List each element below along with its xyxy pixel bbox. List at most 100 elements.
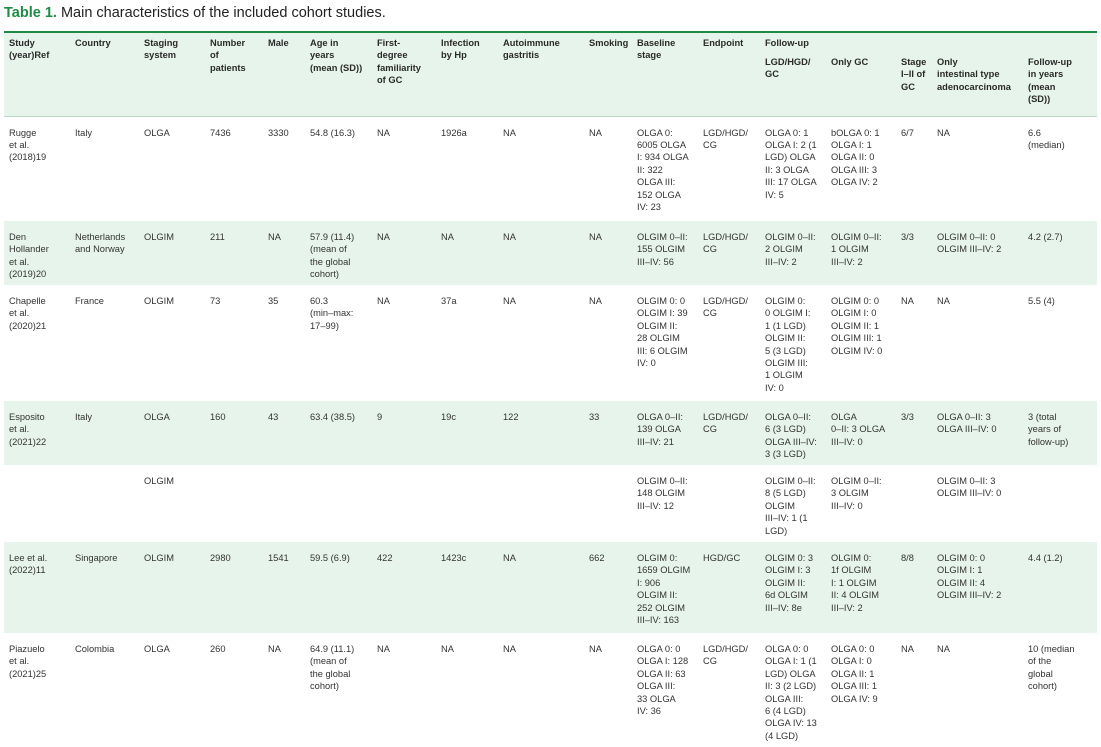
header-country: Country — [75, 38, 111, 48]
cell-only-gc: OLGIM 0–II: 1 OLGIM III–IV: 2 — [831, 232, 882, 267]
cohort-studies-table: Study (year)Ref Country Staging system N… — [4, 31, 1097, 744]
cell-autoimmune: NA — [503, 127, 516, 138]
table-row: Den Hollander et al. (2019)20 Netherlands… — [4, 221, 1097, 285]
cell-study: Esposito et al. (2021)22 — [9, 412, 47, 447]
cell-age — [305, 465, 372, 542]
header-familiarity: First- degree familiarity of GC — [377, 38, 421, 86]
cell-male: 1541 — [268, 553, 289, 563]
cell-hp-infection: NA — [441, 232, 454, 242]
cell-smoking — [584, 465, 632, 542]
cell-study: Den Hollander et al. (2019)20 — [9, 232, 49, 280]
cell-country: Italy — [75, 127, 93, 138]
cell-number-of-patients: 7436 — [210, 127, 231, 138]
cell-familiarity: NA — [377, 127, 390, 138]
table-row: Rugge et al. (2018)19 Italy OLGA 7436 3330 54… — [4, 116, 1097, 221]
cell-only-intestinal: NA — [937, 296, 950, 306]
header-lgd-hgd-gc: LGD/HGD/ GC — [765, 57, 811, 80]
cell-staging-system: OLGA — [144, 644, 170, 654]
cell-only-intestinal: OLGIM 0–II: 0 OLGIM III–IV: 2 — [937, 232, 1002, 255]
cell-familiarity: NA — [377, 296, 390, 306]
cell-familiarity: NA — [377, 644, 390, 654]
cell-stage-i-ii: 3/3 — [901, 412, 914, 422]
cell-baseline-stage: OLGIM 0–II: 155 OLGIM III–IV: 56 — [637, 232, 688, 267]
header-endpoint: Endpoint — [703, 38, 744, 48]
cell-familiarity: NA — [377, 232, 390, 242]
header-smoking: Smoking — [589, 38, 629, 48]
header-only-intestinal: Only intestinal type adenocarcinoma — [937, 57, 1011, 92]
cell-number-of-patients: 211 — [210, 232, 225, 242]
header-autoimmune: Autoimmune gastritis — [503, 38, 560, 61]
cell-number-of-patients: 2980 — [210, 553, 231, 563]
cell-follow-up-years: 4.4 (1.2) — [1028, 553, 1063, 563]
header-number-of-patients: Number of patients — [210, 38, 246, 73]
cell-autoimmune: NA — [503, 296, 516, 306]
cell-number-of-patients — [205, 465, 263, 542]
table-body: Rugge et al. (2018)19 Italy OLGA 7436 3330 54… — [4, 116, 1097, 744]
cell-endpoint — [698, 465, 760, 542]
cell-number-of-patients: 73 — [210, 296, 221, 306]
cell-smoking: NA — [589, 127, 602, 138]
cell-lgd-hgd-gc: OLGIM 0–II: 8 (5 LGD) OLGIM III–IV: 1 (1… — [765, 476, 816, 536]
cell-familiarity: 9 — [377, 412, 383, 422]
cell-study: Lee et al. (2022)11 — [9, 553, 48, 576]
cell-only-gc: bOLGA 0: 1 OLGA I: 1 OLGA II: 0 OLGA III… — [831, 127, 880, 188]
header-age: Age in years (mean (SD)) — [310, 38, 363, 73]
header-only-gc: Only GC — [831, 57, 869, 67]
table-row: Chapelle et al. (2020)21 France OLGIM 73 35 6… — [4, 285, 1097, 401]
cell-country: Singapore — [75, 553, 118, 563]
cell-follow-up-years: 6.6 (median) — [1028, 127, 1065, 150]
header-baseline-stage: Baseline stage — [637, 38, 676, 61]
cell-smoking: NA — [589, 296, 602, 306]
cell-staging-system: OLGA — [144, 412, 170, 422]
cell-smoking: 662 — [589, 553, 605, 563]
cell-only-gc: OLGIM 0–II: 3 OLGIM III–IV: 0 — [831, 476, 882, 511]
cell-stage-i-ii: 6/7 — [901, 127, 914, 138]
cell-country: Italy — [75, 412, 93, 422]
cell-autoimmune: NA — [503, 553, 516, 563]
cell-follow-up-years: 4.2 (2.7) — [1028, 232, 1063, 242]
cell-smoking: 33 — [589, 412, 600, 422]
cell-age: 57.9 (11.4) (mean of the global cohort) — [310, 232, 355, 280]
cell-male: 35 — [268, 296, 279, 306]
cell-study: Chapelle et al. (2020)21 — [9, 296, 47, 331]
cell-male: 3330 — [268, 127, 289, 138]
table-row: OLGIM OLGIM 0–II: 148 OLGIM III–IV: 12 OLG… — [4, 465, 1097, 542]
cell-number-of-patients: 260 — [210, 644, 226, 654]
cell-only-intestinal: OLGA 0–II: 3 OLGA III–IV: 0 — [937, 412, 997, 435]
cell-country: France — [75, 296, 104, 306]
header-study: Study (year)Ref — [9, 38, 50, 61]
cell-lgd-hgd-gc: OLGIM 0–II: 2 OLGIM III–IV: 2 — [765, 232, 816, 267]
cell-male: 43 — [268, 412, 279, 422]
cell-lgd-hgd-gc: OLGA 0: 1 OLGA I: 2 (1 LGD) OLGA II: 3 O… — [765, 127, 817, 200]
cell-study — [4, 465, 70, 542]
cell-country: Netherlands and Norway — [75, 232, 126, 255]
cell-endpoint: LGD/HGD/ CG — [703, 232, 748, 255]
cell-lgd-hgd-gc: OLGIM 0: 0 OLGIM I: 1 (1 LGD) OLGIM II: … — [765, 296, 811, 393]
cell-male — [263, 465, 305, 542]
table-row: Piazuelo et al. (2021)25 Colombia OLGA 260 N… — [4, 633, 1097, 744]
cell-baseline-stage: OLGA 0–II: 139 OLGA III–IV: 21 — [637, 412, 683, 447]
header-stage-i-ii: Stage I–II of GC — [901, 57, 927, 92]
cell-country: Colombia — [75, 644, 115, 654]
cell-staging-system: OLGIM — [144, 553, 174, 563]
cell-country — [70, 465, 139, 542]
cell-only-gc: OLGIM 0: 0 OLGIM I: 0 OLGIM II: 1 OLGIM … — [831, 296, 883, 356]
cell-only-gc: OLGA 0: 0 OLGA I: 0 OLGA II: 1 OLGA III:… — [831, 644, 878, 704]
cell-endpoint: HGD/GC — [703, 553, 741, 563]
cell-follow-up-years: 10 (median of the global cohort) — [1028, 644, 1075, 692]
cell-hp-infection: 1423c — [441, 553, 467, 563]
cell-baseline-stage: OLGIM 0–II: 148 OLGIM III–IV: 12 — [637, 476, 688, 511]
cell-autoimmune — [498, 465, 584, 542]
cell-endpoint: LGD/HGD/ CG — [703, 644, 748, 667]
table-row: Lee et al. (2022)11 Singapore OLGIM 2980 154… — [4, 542, 1097, 633]
cell-lgd-hgd-gc: OLGA 0–II: 6 (3 LGD) OLGA III–IV: 3 (3 L… — [765, 412, 817, 460]
cell-baseline-stage: OLGIM 0: 1659 OLGIM I: 906 OLGIM II: 252… — [637, 553, 691, 626]
cell-familiarity — [372, 465, 436, 542]
cell-lgd-hgd-gc: OLGA 0: 0 OLGA I: 1 (1 LGD) OLGA II: 3 (… — [765, 644, 817, 741]
table-label: Table 1. — [4, 5, 57, 21]
cell-autoimmune: NA — [503, 232, 516, 242]
cell-number-of-patients: 160 — [210, 412, 226, 422]
cell-hp-infection: 1926a — [441, 127, 467, 138]
cell-stage-i-ii: 3/3 — [901, 232, 914, 242]
cell-only-gc: OLGA 0–II: 3 OLGA III–IV: 0 — [831, 412, 886, 447]
